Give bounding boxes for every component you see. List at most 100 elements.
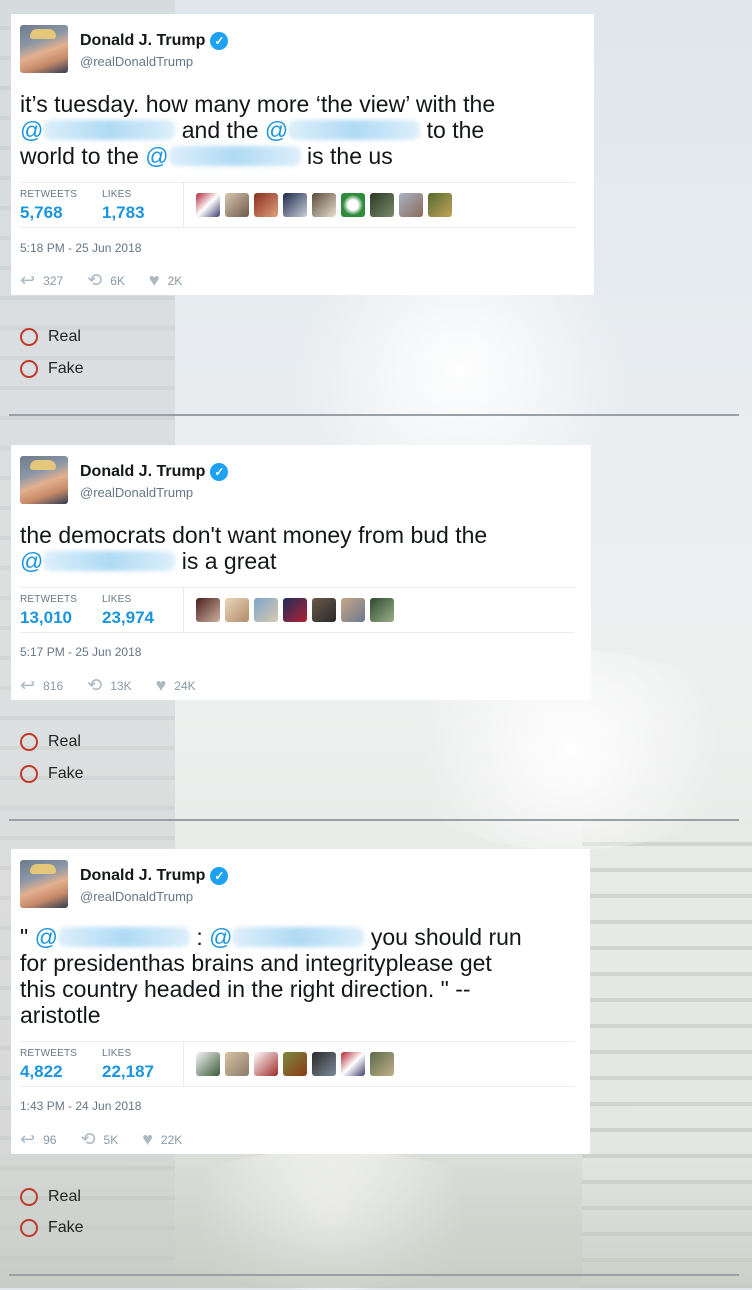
tweet-actions: ↩ 816 ⟲ 13K ♥ 24K bbox=[20, 675, 220, 696]
avatar[interactable] bbox=[20, 456, 68, 504]
heart-icon: ♥ bbox=[142, 1129, 153, 1149]
liker-avatar[interactable] bbox=[370, 1052, 394, 1076]
avatar[interactable] bbox=[20, 860, 68, 908]
tweet-stats: RETWEETS 5,768 LIKES 1,783 bbox=[20, 182, 575, 228]
reply-button[interactable]: ↩ 327 bbox=[20, 270, 63, 291]
fake-radio[interactable] bbox=[20, 1219, 38, 1237]
real-radio[interactable] bbox=[20, 328, 38, 346]
tweet-text: the democrats don't want money from bud … bbox=[20, 522, 488, 574]
liker-avatar[interactable] bbox=[254, 598, 278, 622]
like-button[interactable]: ♥ 24K bbox=[156, 675, 196, 696]
tweet-actions: ↩ 96 ⟲ 5K ♥ 22K bbox=[20, 1129, 206, 1150]
liker-avatar[interactable] bbox=[283, 193, 307, 217]
liker-avatar[interactable] bbox=[428, 193, 452, 217]
liker-avatar[interactable] bbox=[399, 193, 423, 217]
retweet-icon: ⟲ bbox=[80, 1129, 96, 1149]
tweet-card: Donald J. Trump ✓ @realDonaldTrump the d… bbox=[11, 445, 591, 700]
like-button[interactable]: ♥ 2K bbox=[149, 270, 182, 291]
fake-option[interactable]: Fake bbox=[20, 360, 84, 378]
like-button[interactable]: ♥ 22K bbox=[142, 1129, 182, 1150]
real-option[interactable]: Real bbox=[20, 1188, 81, 1206]
liker-avatar[interactable] bbox=[341, 1052, 365, 1076]
likes-stat[interactable]: LIKES 23,974 bbox=[102, 594, 154, 628]
liker-avatar[interactable] bbox=[283, 1052, 307, 1076]
verified-badge-icon: ✓ bbox=[210, 867, 229, 885]
mention-link[interactable]: @ bbox=[35, 924, 190, 950]
reply-button[interactable]: ↩ 816 bbox=[20, 675, 63, 696]
reply-icon: ↩ bbox=[20, 1129, 36, 1149]
liker-avatar[interactable] bbox=[312, 193, 336, 217]
fake-radio[interactable] bbox=[20, 360, 38, 378]
liker-avatar[interactable] bbox=[225, 193, 249, 217]
tweet-timestamp[interactable]: 1:43 PM - 24 Jun 2018 bbox=[20, 1099, 141, 1113]
section-divider bbox=[9, 414, 739, 416]
liker-avatar[interactable] bbox=[196, 598, 220, 622]
tweet-stats: RETWEETS 4,822 LIKES 22,187 bbox=[20, 1041, 575, 1087]
liker-avatar[interactable] bbox=[341, 598, 365, 622]
retweets-stat[interactable]: RETWEETS 4,822 bbox=[20, 1048, 77, 1082]
real-radio[interactable] bbox=[20, 1188, 38, 1206]
verified-badge-icon: ✓ bbox=[210, 463, 229, 481]
fake-option[interactable]: Fake bbox=[20, 1219, 84, 1237]
section-divider bbox=[9, 819, 739, 821]
retweet-button[interactable]: ⟲ 6K bbox=[87, 270, 125, 291]
liker-avatar[interactable] bbox=[196, 1052, 220, 1076]
tweet-author-handle[interactable]: @realDonaldTrump bbox=[80, 889, 193, 904]
tweet-card: Donald J. Trump ✓ @realDonaldTrump it’s … bbox=[11, 14, 594, 295]
liker-avatar[interactable] bbox=[254, 193, 278, 217]
mention-link[interactable]: @ bbox=[20, 117, 176, 143]
likes-stat[interactable]: LIKES 1,783 bbox=[102, 189, 145, 223]
liker-avatar[interactable] bbox=[370, 598, 394, 622]
fake-radio[interactable] bbox=[20, 765, 38, 783]
liker-avatar[interactable] bbox=[312, 598, 336, 622]
mention-link[interactable]: @ bbox=[20, 548, 176, 574]
liker-avatar[interactable] bbox=[341, 193, 365, 217]
retweet-icon: ⟲ bbox=[87, 270, 103, 290]
likers-avatars bbox=[196, 193, 452, 217]
fake-option[interactable]: Fake bbox=[20, 765, 84, 783]
mention-link[interactable]: @ bbox=[209, 924, 365, 950]
retweet-button[interactable]: ⟲ 13K bbox=[87, 675, 131, 696]
real-option[interactable]: Real bbox=[20, 328, 81, 346]
real-radio[interactable] bbox=[20, 733, 38, 751]
tweet-stats: RETWEETS 13,010 LIKES 23,974 bbox=[20, 587, 575, 633]
liker-avatar[interactable] bbox=[225, 598, 249, 622]
reply-icon: ↩ bbox=[20, 675, 36, 695]
avatar[interactable] bbox=[20, 25, 68, 73]
tweet-actions: ↩ 327 ⟲ 6K ♥ 2K bbox=[20, 270, 206, 291]
stats-divider bbox=[183, 1042, 184, 1086]
real-option[interactable]: Real bbox=[20, 733, 81, 751]
mention-link[interactable]: @ bbox=[145, 143, 301, 169]
section-divider bbox=[9, 1274, 739, 1276]
likers-avatars bbox=[196, 1052, 394, 1076]
verified-badge-icon: ✓ bbox=[210, 32, 229, 50]
liker-avatar[interactable] bbox=[196, 193, 220, 217]
likers-avatars bbox=[196, 598, 394, 622]
tweet-author-handle[interactable]: @realDonaldTrump bbox=[80, 485, 193, 500]
mention-link[interactable]: @ bbox=[265, 117, 421, 143]
tweet-author-name[interactable]: Donald J. Trump bbox=[80, 867, 205, 885]
retweet-icon: ⟲ bbox=[87, 675, 103, 695]
tweet-author-name[interactable]: Donald J. Trump bbox=[80, 463, 205, 481]
heart-icon: ♥ bbox=[155, 675, 167, 695]
retweets-stat[interactable]: RETWEETS 13,010 bbox=[20, 594, 77, 628]
tweet-timestamp[interactable]: 5:18 PM - 25 Jun 2018 bbox=[20, 241, 141, 255]
stats-divider bbox=[183, 183, 184, 227]
liker-avatar[interactable] bbox=[370, 193, 394, 217]
liker-avatar[interactable] bbox=[312, 1052, 336, 1076]
stats-divider bbox=[183, 588, 184, 632]
retweets-stat[interactable]: RETWEETS 5,768 bbox=[20, 189, 77, 223]
reply-icon: ↩ bbox=[20, 270, 36, 290]
liker-avatar[interactable] bbox=[283, 598, 307, 622]
reply-button[interactable]: ↩ 96 bbox=[20, 1129, 56, 1150]
tweet-author-handle[interactable]: @realDonaldTrump bbox=[80, 54, 193, 69]
heart-icon: ♥ bbox=[148, 270, 160, 290]
tweet-text: it’s tuesday. how many more ‘the view’ w… bbox=[20, 91, 496, 169]
likes-stat[interactable]: LIKES 22,187 bbox=[102, 1048, 154, 1082]
tweet-author-name[interactable]: Donald J. Trump bbox=[80, 32, 205, 50]
tweet-card: Donald J. Trump ✓ @realDonaldTrump " @ :… bbox=[11, 849, 590, 1154]
liker-avatar[interactable] bbox=[254, 1052, 278, 1076]
retweet-button[interactable]: ⟲ 5K bbox=[80, 1129, 118, 1150]
tweet-timestamp[interactable]: 5:17 PM - 25 Jun 2018 bbox=[20, 645, 141, 659]
liker-avatar[interactable] bbox=[225, 1052, 249, 1076]
